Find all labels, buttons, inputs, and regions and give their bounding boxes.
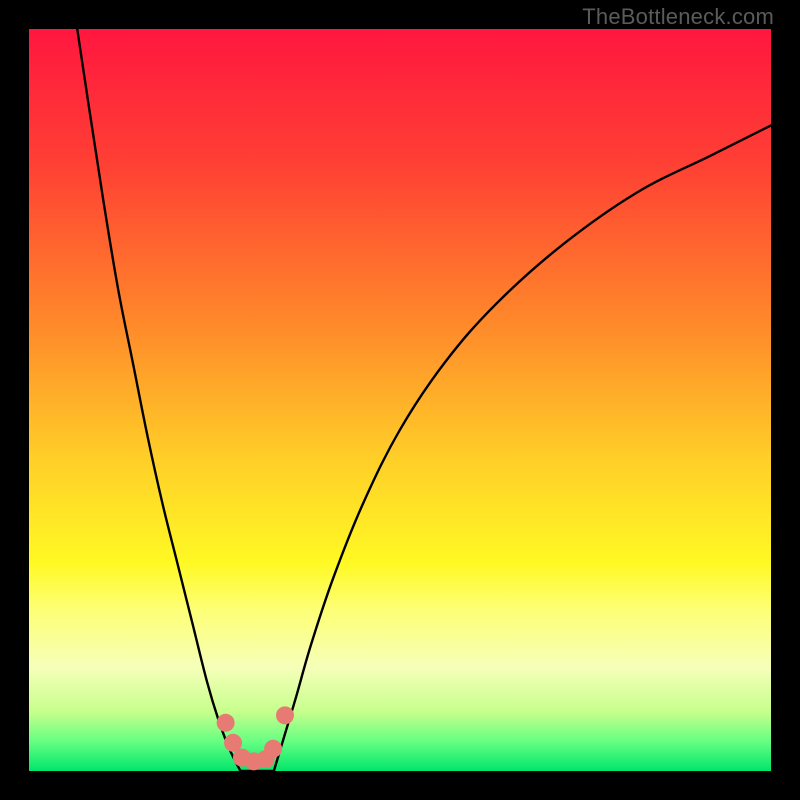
highlight-dot [217, 714, 235, 732]
highlight-dot [264, 740, 282, 758]
chart-frame: TheBottleneck.com [0, 0, 800, 800]
chart-svg [29, 29, 771, 771]
highlight-dot [276, 706, 294, 724]
watermark-text: TheBottleneck.com [582, 4, 774, 30]
plot-area [29, 29, 771, 771]
